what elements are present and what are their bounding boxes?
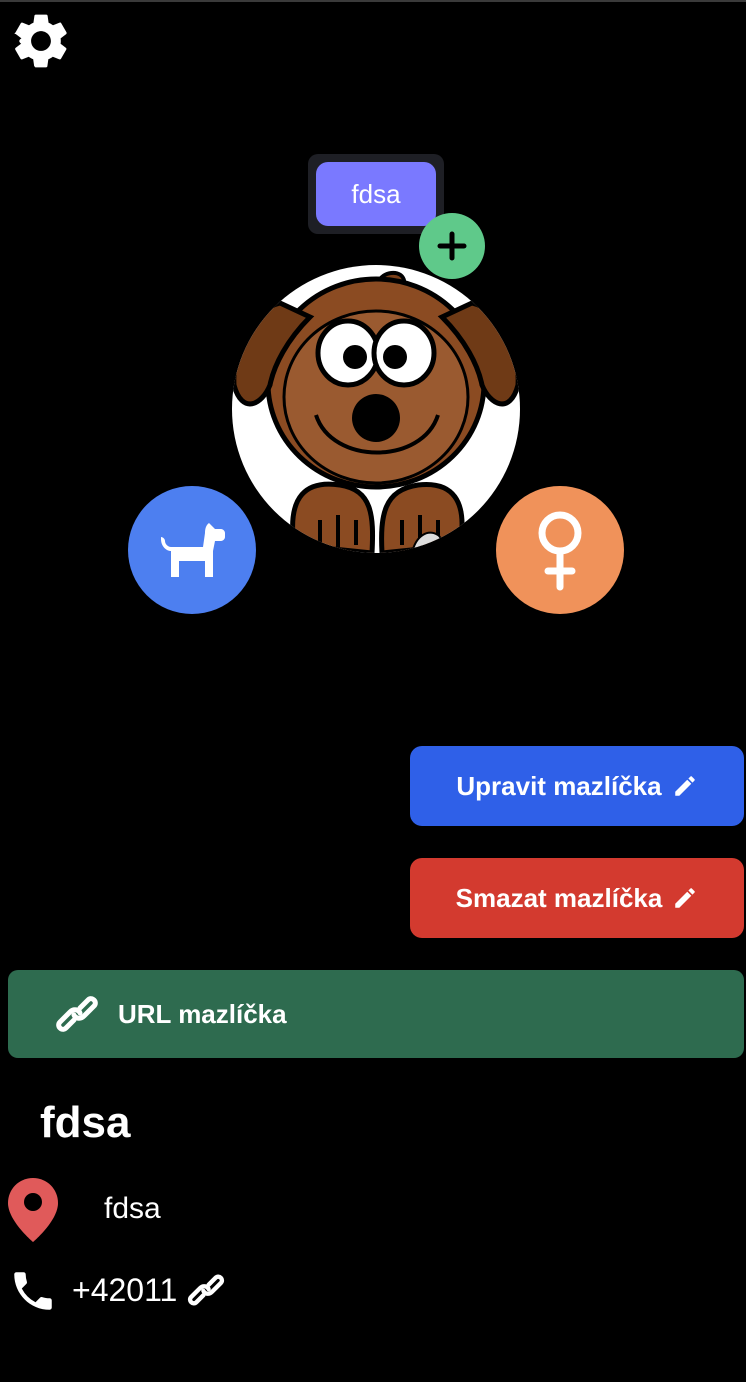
- phone-icon: [14, 1272, 52, 1310]
- pencil-icon: [674, 776, 695, 796]
- link-icon[interactable]: [186, 1274, 226, 1306]
- pet-name: fdsa: [40, 1098, 131, 1147]
- edit-pet-button[interactable]: Upravit mazlíčka: [410, 746, 744, 826]
- top-border: [0, 0, 746, 2]
- pet-phone[interactable]: +42011: [72, 1272, 177, 1309]
- settings-button[interactable]: [8, 8, 74, 74]
- pencil-icon: [675, 888, 696, 908]
- gender-badge: [496, 486, 624, 614]
- delete-pet-label: Smazat mazlíčka: [455, 882, 663, 913]
- add-tag-button[interactable]: [419, 213, 485, 279]
- dog-icon: [161, 523, 225, 577]
- edit-pet-label: Upravit mazlíčka: [456, 770, 662, 801]
- plus-icon: [437, 231, 467, 261]
- pet-location: fdsa: [104, 1192, 161, 1225]
- pet-tag-label: fdsa: [351, 178, 401, 209]
- delete-pet-button[interactable]: Smazat mazlíčka: [410, 858, 744, 938]
- female-icon: [538, 511, 582, 591]
- pet-url-label: URL mazlíčka: [118, 998, 287, 1029]
- pet-url-button[interactable]: URL mazlíčka: [8, 970, 744, 1058]
- link-icon: [56, 996, 98, 1032]
- gear-icon: [14, 14, 67, 68]
- cartoon-dog-image: [232, 270, 520, 553]
- species-badge: [128, 486, 256, 614]
- map-pin-icon: [8, 1178, 58, 1242]
- pet-avatar: [232, 265, 520, 553]
- pet-tag-chip[interactable]: fdsa: [316, 162, 436, 226]
